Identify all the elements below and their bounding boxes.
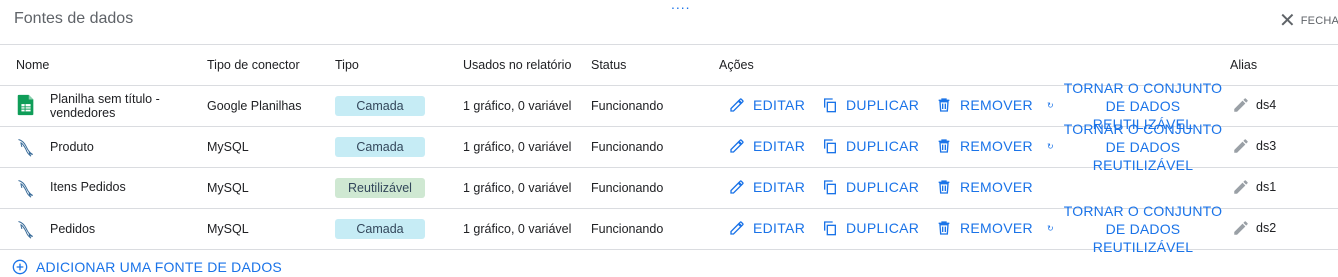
make-reusable-icon[interactable]: ↻ xyxy=(1047,142,1054,151)
edit-button[interactable]: EDITAR xyxy=(729,97,805,113)
close-button[interactable]: ✕ FECHA xyxy=(1279,11,1338,31)
remove-label[interactable]: REMOVER xyxy=(960,138,1033,154)
copy-icon xyxy=(824,98,836,113)
usage-count: 1 gráfico, 0 variável xyxy=(463,99,572,113)
edit-button[interactable]: EDITAR xyxy=(729,138,805,154)
pencil-icon xyxy=(730,180,744,194)
add-circle-icon xyxy=(12,259,28,275)
status-text: Funcionando xyxy=(591,222,664,236)
table-row: Pedidos MySQL Camada 1 gráfico, 0 variáv… xyxy=(0,203,1338,255)
make-reusable-icon[interactable]: ↻ xyxy=(1047,101,1054,110)
remove-label[interactable]: REMOVER xyxy=(960,220,1033,236)
alias-text: ds1 xyxy=(1256,180,1277,194)
edit-button[interactable]: EDITAR xyxy=(729,179,805,195)
duplicate-label[interactable]: DUPLICAR xyxy=(846,220,919,236)
trash-icon xyxy=(938,98,950,112)
column-header-status: Status xyxy=(591,58,627,72)
copy-icon xyxy=(824,180,836,195)
edit-label[interactable]: EDITAR xyxy=(753,220,805,236)
column-header-name: Nome xyxy=(16,58,50,72)
make-reusable-icon[interactable]: ↻ xyxy=(1047,224,1054,233)
pencil-icon[interactable] xyxy=(1232,137,1250,155)
alias-text: ds3 xyxy=(1256,139,1277,153)
type-badge: Reutilizável xyxy=(335,178,425,198)
usage-count: 1 gráfico, 0 variável xyxy=(463,222,572,236)
duplicate-label[interactable]: DUPLICAR xyxy=(846,138,919,154)
type-badge: Camada xyxy=(335,96,425,116)
column-header-alias: Alias xyxy=(1230,58,1258,72)
alias-text: ds2 xyxy=(1256,221,1277,235)
pencil-icon xyxy=(730,139,744,153)
remove-button[interactable]: REMOVER xyxy=(936,97,1033,113)
alias-cell[interactable]: ds1 xyxy=(1232,178,1276,196)
column-header-actions: Ações xyxy=(719,58,754,72)
alias-cell[interactable]: ds3 xyxy=(1232,137,1276,155)
status-text: Funcionando xyxy=(591,99,664,113)
panel-header: Fontes de dados .... ✕ FECHA xyxy=(0,0,1338,45)
pencil-icon[interactable] xyxy=(1232,219,1250,237)
alias-cell[interactable]: ds4 xyxy=(1232,96,1276,114)
remove-label[interactable]: REMOVER xyxy=(960,97,1033,113)
remove-button[interactable]: REMOVER xyxy=(936,220,1033,236)
remove-button[interactable]: REMOVER xyxy=(936,179,1033,195)
alias-cell[interactable]: ds2 xyxy=(1232,219,1276,237)
panel-title: Fontes de dados xyxy=(14,10,134,27)
type-badge: Camada xyxy=(335,137,425,157)
mysql-dolphin-icon xyxy=(18,180,33,198)
source-name: Produto xyxy=(50,140,94,154)
google-sheets-icon xyxy=(17,94,34,116)
trash-icon xyxy=(938,139,950,153)
table-row: Produto MySQL Camada 1 gráfico, 0 variáv… xyxy=(0,121,1338,173)
duplicate-label[interactable]: DUPLICAR xyxy=(846,97,919,113)
make-reusable-link[interactable]: TORNAR O CONJUNTO DE DADOS REUTILIZÁVEL xyxy=(1058,120,1228,174)
type-badge: Camada xyxy=(335,219,425,239)
column-header-type: Tipo xyxy=(335,58,359,72)
source-name: Itens Pedidos xyxy=(50,180,126,194)
source-name: Pedidos xyxy=(50,222,96,236)
add-data-source-label[interactable]: ADICIONAR UMA FONTE DE DADOS xyxy=(36,259,282,275)
connector-type: MySQL xyxy=(207,140,249,154)
remove-label[interactable]: REMOVER xyxy=(960,179,1033,195)
source-name: Planilha sem título - vendedores xyxy=(50,92,160,120)
remove-button[interactable]: REMOVER xyxy=(936,138,1033,154)
mysql-dolphin-icon xyxy=(18,221,33,239)
column-header-used: Usados no relatório xyxy=(463,58,572,72)
close-label[interactable]: FECHA xyxy=(1301,15,1338,27)
duplicate-button[interactable]: DUPLICAR xyxy=(822,220,919,236)
usage-count: 1 gráfico, 0 variável xyxy=(463,140,572,154)
add-data-source-button[interactable]: ADICIONAR UMA FONTE DE DADOS xyxy=(12,259,282,275)
connector-type: MySQL xyxy=(207,222,249,236)
edit-label[interactable]: EDITAR xyxy=(753,179,805,195)
duplicate-button[interactable]: DUPLICAR xyxy=(822,138,919,154)
pencil-icon xyxy=(730,98,744,112)
pencil-icon[interactable] xyxy=(1232,178,1250,196)
duplicate-label[interactable]: DUPLICAR xyxy=(846,179,919,195)
copy-icon xyxy=(824,139,836,154)
make-reusable-link[interactable]: TORNAR O CONJUNTO DE DADOS REUTILIZÁVEL xyxy=(1058,202,1228,256)
pencil-icon xyxy=(730,221,744,235)
status-text: Funcionando xyxy=(591,181,664,195)
status-text: Funcionando xyxy=(591,140,664,154)
edit-button[interactable]: EDITAR xyxy=(729,220,805,236)
copy-icon xyxy=(824,221,836,236)
edit-label[interactable]: EDITAR xyxy=(753,138,805,154)
connector-type: MySQL xyxy=(207,181,249,195)
trash-icon xyxy=(938,221,950,235)
connector-type: Google Planilhas xyxy=(207,99,302,113)
duplicate-button[interactable]: DUPLICAR xyxy=(822,97,919,113)
usage-count: 1 gráfico, 0 variável xyxy=(463,181,572,195)
column-header-connector: Tipo de conector xyxy=(207,58,300,72)
mysql-dolphin-icon xyxy=(18,139,33,157)
drag-handle[interactable]: .... xyxy=(671,0,691,12)
edit-label[interactable]: EDITAR xyxy=(753,97,805,113)
close-icon[interactable]: ✕ xyxy=(1279,11,1296,31)
pencil-icon[interactable] xyxy=(1232,96,1250,114)
duplicate-button[interactable]: DUPLICAR xyxy=(822,179,919,195)
trash-icon xyxy=(938,180,950,194)
alias-text: ds4 xyxy=(1256,98,1277,112)
